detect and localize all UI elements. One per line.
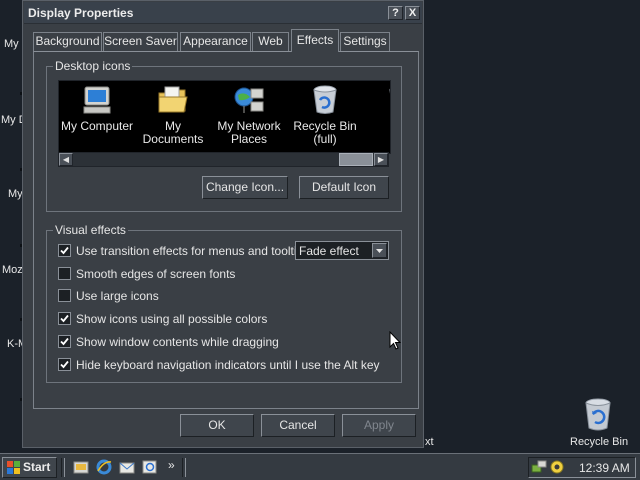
effect-checkbox[interactable] <box>58 244 71 257</box>
chevron-down-icon <box>376 249 383 253</box>
desktop-recycle-bin-icon[interactable] <box>583 398 613 432</box>
checkmark-icon <box>60 246 69 255</box>
checkmark-icon <box>60 337 69 346</box>
taskbar-divider <box>182 458 186 477</box>
tab-screen-saver[interactable]: Screen Saver <box>103 32 178 51</box>
effect-checkbox[interactable] <box>58 267 71 280</box>
desktop-icon-label[interactable]: xt <box>425 436 434 448</box>
recycle-bin-full-icon <box>309 85 341 115</box>
dropdown-button[interactable] <box>372 243 387 258</box>
cancel-button[interactable]: Cancel <box>261 414 335 437</box>
show-desktop-icon[interactable] <box>73 459 89 475</box>
tab-web[interactable]: Web <box>252 32 289 51</box>
apply-button[interactable]: Apply <box>342 414 416 437</box>
tab-appearance[interactable]: Appearance <box>180 32 251 51</box>
transition-effect-dropdown[interactable]: Fade effect <box>295 241 389 260</box>
mouse-cursor-icon <box>389 331 401 350</box>
help-icon: ? <box>392 7 399 19</box>
list-item-label: My Documents <box>142 119 204 146</box>
volume-tray-icon[interactable] <box>549 459 565 475</box>
scroll-right-button[interactable]: ▶ <box>374 153 388 166</box>
recycle-bin-empty-icon <box>385 85 390 115</box>
desktop-icons-list[interactable]: My Computer My Documents My Network Place… <box>58 80 391 154</box>
checkmark-icon <box>60 360 69 369</box>
desktop-icon-label[interactable]: My <box>8 188 23 200</box>
effect-option-label: Use transition effects for menus and too… <box>76 244 310 258</box>
start-label: Start <box>23 460 51 474</box>
effect-option-label: Hide keyboard navigation indicators unti… <box>76 358 380 372</box>
scroll-thumb[interactable] <box>339 153 373 166</box>
network-tray-icon[interactable] <box>531 459 547 475</box>
effect-checkbox[interactable] <box>58 289 71 302</box>
close-button[interactable]: X <box>405 6 420 20</box>
tab-background[interactable]: Background <box>33 32 102 51</box>
network-icon <box>233 85 265 115</box>
ok-button[interactable]: OK <box>180 414 254 437</box>
default-icon-button[interactable]: Default Icon <box>299 176 389 199</box>
tab-label: Background <box>35 34 100 48</box>
effect-option-label: Use large icons <box>76 289 159 303</box>
tab-label: Web <box>258 34 283 48</box>
help-button[interactable]: ? <box>388 6 403 20</box>
desktop-icon-label[interactable]: My <box>4 38 19 50</box>
change-icon-button[interactable]: Change Icon... <box>202 176 288 199</box>
internet-explorer-icon[interactable] <box>96 459 112 475</box>
windows-logo-icon <box>7 461 20 474</box>
tab-effects[interactable]: Effects <box>291 29 339 52</box>
scroll-left-button[interactable]: ◀ <box>59 153 73 166</box>
effect-checkbox[interactable] <box>58 335 71 348</box>
list-item-label: My Computer <box>60 119 134 133</box>
effect-checkbox[interactable] <box>58 312 71 325</box>
dialog-title: Display Properties <box>28 6 134 20</box>
group-title: Visual effects <box>53 223 128 237</box>
outlook-express-icon[interactable] <box>119 459 135 475</box>
tab-label: Appearance <box>183 34 248 48</box>
effect-checkbox[interactable] <box>58 358 71 371</box>
desktop-icon-label[interactable]: Moz <box>2 264 23 276</box>
effect-option-label: Show icons using all possible colors <box>76 312 268 326</box>
list-item-label: Rec(e <box>363 120 390 146</box>
clock[interactable]: 12:39 AM <box>579 461 630 475</box>
title-bar[interactable]: Display Properties ? X <box>24 2 422 24</box>
quick-launch-chevron-icon[interactable]: » <box>168 458 175 472</box>
tab-settings[interactable]: Settings <box>340 32 390 51</box>
taskbar-divider <box>61 458 65 477</box>
search-icon[interactable] <box>142 459 158 475</box>
start-button[interactable]: Start <box>2 457 57 478</box>
tab-label: Effects <box>296 33 334 47</box>
folder-icon <box>157 85 189 115</box>
list-item-label: My Network Places <box>217 119 281 146</box>
close-icon: X <box>408 7 417 19</box>
checkmark-icon <box>60 314 69 323</box>
effect-option-label: Show window contents while dragging <box>76 335 279 349</box>
desktop-recycle-bin-label[interactable]: Recycle Bin <box>570 436 628 448</box>
taskbar: Start » 12:39 AM <box>0 453 640 480</box>
computer-icon <box>81 85 113 115</box>
desktop-icons-scrollbar[interactable]: ◀ ▶ <box>58 152 389 167</box>
list-item-label: Recycle Bin (full) <box>293 119 357 146</box>
group-title: Desktop icons <box>53 59 133 73</box>
effect-option-label: Smooth edges of screen fonts <box>76 267 236 281</box>
system-tray: 12:39 AM <box>528 457 636 478</box>
transition-effect-value: Fade effect <box>299 244 359 258</box>
tab-label: Settings <box>343 34 387 48</box>
tab-label: Screen Saver <box>104 34 177 48</box>
